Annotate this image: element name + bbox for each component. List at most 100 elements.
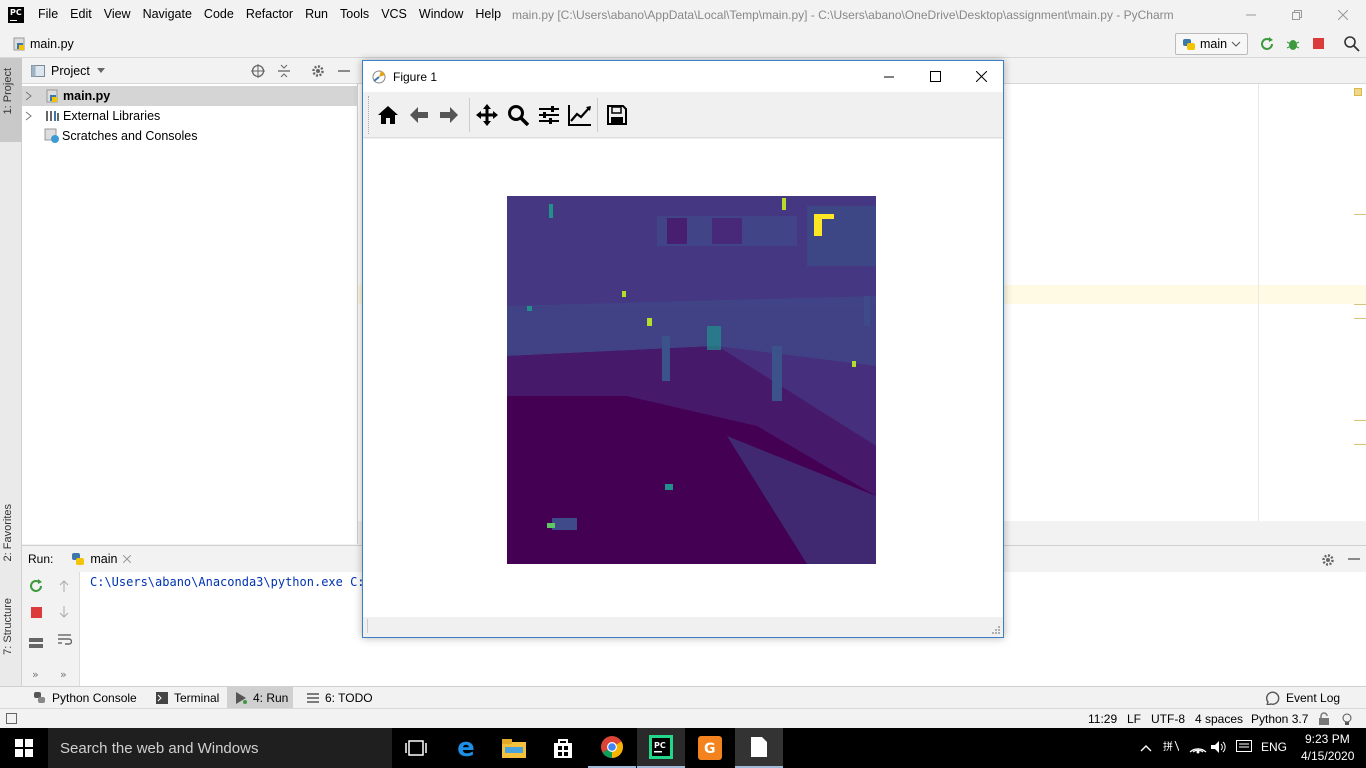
close-tab-icon[interactable] — [123, 555, 132, 563]
figure-canvas[interactable] — [363, 139, 1003, 617]
chevron-right-icon[interactable] — [25, 111, 33, 121]
menu-run[interactable]: Run — [305, 7, 328, 21]
task-view-icon[interactable] — [392, 728, 440, 768]
menu-code[interactable]: Code — [204, 7, 234, 21]
image-plot[interactable] — [507, 196, 876, 564]
breadcrumb-file[interactable]: main.py — [30, 37, 74, 51]
image-highlight — [814, 214, 822, 236]
down-arrow-icon[interactable] — [59, 606, 69, 618]
tab-python-console[interactable]: Python Console — [30, 687, 137, 709]
hide-icon[interactable] — [1348, 558, 1360, 560]
hide-icon[interactable] — [338, 70, 350, 72]
project-tool-tab[interactable]: 1: Project — [2, 68, 14, 114]
rerun-icon[interactable] — [29, 579, 43, 593]
configure-subplots-icon[interactable] — [535, 101, 563, 129]
wifi-icon[interactable] — [1189, 740, 1207, 757]
favorites-tool-tab[interactable]: 2: Favorites — [2, 504, 14, 561]
figure-maximize-button[interactable] — [912, 61, 958, 92]
soft-wrap-icon[interactable] — [58, 633, 72, 645]
project-panel-title[interactable]: Project — [51, 64, 90, 78]
menu-refactor[interactable]: Refactor — [246, 7, 293, 21]
collapse-all-icon[interactable] — [278, 64, 290, 78]
tab-event-log[interactable]: Event Log — [1266, 687, 1340, 709]
inspection-widget-icon[interactable] — [1354, 88, 1362, 96]
menu-navigate[interactable]: Navigate — [143, 7, 192, 21]
menu-file[interactable]: File — [38, 7, 58, 21]
home-icon[interactable] — [374, 101, 402, 129]
file-encoding[interactable]: UTF-8 — [1151, 712, 1185, 726]
menu-edit[interactable]: Edit — [70, 7, 92, 21]
tree-item-external-libraries[interactable]: External Libraries — [22, 106, 358, 126]
run-config-select[interactable]: main — [1175, 33, 1248, 55]
tree-item-scratches[interactable]: Scratches and Consoles — [22, 126, 358, 146]
windows-start-icon[interactable] — [0, 728, 48, 768]
search-icon[interactable] — [1344, 36, 1360, 55]
menu-tools[interactable]: Tools — [340, 7, 369, 21]
stop-icon[interactable] — [1313, 38, 1324, 49]
python-interpreter[interactable]: Python 3.7 — [1251, 712, 1308, 726]
menu-help[interactable]: Help — [475, 7, 501, 21]
gear-icon[interactable] — [311, 64, 325, 78]
file-explorer-icon[interactable] — [490, 728, 538, 768]
figure-window-taskbar-icon[interactable] — [735, 728, 783, 768]
gear-icon[interactable] — [1321, 553, 1335, 567]
tab-todo[interactable]: 6: TODO — [303, 687, 373, 709]
tab-run[interactable]: 4: Run — [227, 687, 293, 709]
structure-tool-tab[interactable]: 7: Structure — [2, 598, 14, 655]
tab-terminal[interactable]: Terminal — [152, 687, 219, 709]
debug-icon[interactable] — [1285, 36, 1301, 55]
ime-icon[interactable]: 拼 — [1163, 739, 1180, 756]
chevron-right-icon[interactable] — [25, 91, 33, 101]
resize-grip-icon[interactable] — [991, 625, 1001, 635]
volume-icon[interactable] — [1210, 740, 1228, 757]
indent-setting[interactable]: 4 spaces — [1195, 712, 1243, 726]
menu-vcs[interactable]: VCS — [381, 7, 407, 21]
pdf-app-icon[interactable]: G — [686, 728, 734, 768]
tool-windows-icon[interactable] — [6, 713, 17, 724]
save-icon[interactable] — [603, 101, 631, 129]
rerun-icon[interactable] — [1259, 36, 1275, 55]
run-tab-main[interactable]: main — [90, 552, 117, 566]
show-hidden-icons[interactable] — [1140, 741, 1152, 755]
chevron-down-icon[interactable] — [96, 67, 106, 74]
restore-button[interactable] — [1274, 0, 1320, 30]
action-center-icon[interactable] — [1236, 740, 1252, 757]
minimize-button[interactable] — [1228, 0, 1274, 30]
bottom-tool-tabs: Python Console Terminal 4: Run 6: TODO E… — [0, 686, 1366, 709]
tree-item-main-py[interactable]: main.py — [22, 86, 358, 106]
figure-close-button[interactable] — [958, 61, 1004, 92]
clock-date[interactable]: 4/15/2020 — [1301, 749, 1354, 763]
inspector-icon[interactable] — [1340, 712, 1354, 726]
stop-icon[interactable] — [31, 607, 42, 618]
layout-icon[interactable] — [29, 638, 43, 648]
edit-axes-icon[interactable] — [566, 101, 594, 129]
close-button[interactable] — [1320, 0, 1366, 30]
line-separator[interactable]: LF — [1127, 712, 1141, 726]
clock-time[interactable]: 9:23 PM — [1305, 732, 1350, 746]
figure-window[interactable]: Figure 1 — [362, 60, 1004, 638]
chrome-icon[interactable] — [588, 728, 636, 768]
pan-icon[interactable] — [473, 101, 501, 129]
menu-view[interactable]: View — [104, 7, 131, 21]
store-icon[interactable] — [539, 728, 587, 768]
toolbar-separator — [469, 98, 470, 132]
pycharm-taskbar-icon[interactable]: PC — [637, 728, 685, 768]
caret-position[interactable]: 11:29 — [1088, 712, 1117, 726]
menu-window[interactable]: Window — [419, 7, 463, 21]
up-arrow-icon[interactable] — [59, 580, 69, 592]
edge-browser-icon[interactable]: e — [442, 728, 490, 768]
forward-arrow-icon[interactable] — [435, 101, 463, 129]
language-indicator[interactable]: ENG — [1261, 740, 1287, 754]
breadcrumb[interactable]: main.py — [12, 37, 74, 51]
figure-minimize-button[interactable] — [866, 61, 912, 92]
figure-title-bar[interactable]: Figure 1 — [363, 61, 1003, 92]
more-icon[interactable]: » — [60, 668, 67, 681]
tree-item-label: External Libraries — [63, 109, 161, 123]
back-arrow-icon[interactable] — [405, 101, 433, 129]
taskbar-search-box[interactable]: Search the web and Windows — [48, 728, 392, 768]
more-icon[interactable]: » — [32, 668, 39, 681]
locate-icon[interactable] — [251, 64, 265, 78]
run-icon — [236, 692, 247, 704]
lock-icon[interactable] — [1318, 712, 1330, 726]
zoom-icon[interactable] — [504, 101, 532, 129]
